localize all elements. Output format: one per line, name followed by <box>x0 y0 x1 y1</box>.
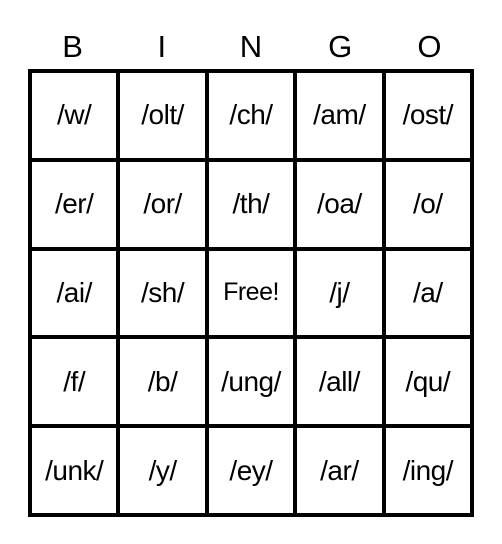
bingo-cell[interactable]: /j/ <box>295 248 384 338</box>
bingo-cell[interactable]: /oa/ <box>295 159 384 249</box>
bingo-cell[interactable]: /w/ <box>30 71 119 160</box>
bingo-cell[interactable]: /ost/ <box>383 71 472 160</box>
free-space-cell[interactable]: Free! <box>206 248 296 338</box>
bingo-cell[interactable]: /sh/ <box>118 248 207 338</box>
bingo-cell[interactable]: /ai/ <box>30 248 119 338</box>
bingo-cell[interactable]: /ar/ <box>295 426 384 515</box>
bingo-cell[interactable]: /olt/ <box>118 71 207 160</box>
bingo-cell[interactable]: /b/ <box>118 337 207 427</box>
bingo-cell[interactable]: /ey/ <box>206 426 296 515</box>
header-letter-i: I <box>157 29 167 64</box>
bingo-cell[interactable]: /f/ <box>30 337 119 427</box>
bingo-cell[interactable]: /o/ <box>383 159 472 249</box>
bingo-cell[interactable]: /ch/ <box>206 71 296 160</box>
header-letter-g: G <box>328 29 353 64</box>
header-letter-n: N <box>239 29 263 64</box>
bingo-cell[interactable]: /qu/ <box>383 337 472 427</box>
bingo-cell[interactable]: /a/ <box>383 248 472 338</box>
bingo-cell[interactable]: /th/ <box>206 159 296 249</box>
bingo-cell[interactable]: /all/ <box>295 337 384 427</box>
bingo-cell[interactable]: /er/ <box>30 159 119 249</box>
bingo-cell[interactable]: /or/ <box>118 159 207 249</box>
bingo-cell[interactable]: /ing/ <box>383 426 472 515</box>
bingo-card-grid: /w/ /olt/ /ch/ /am/ /ost/ /er/ /or/ /th/… <box>28 69 474 517</box>
header-letter-o: O <box>417 29 442 64</box>
header-letter-b: B <box>62 29 83 64</box>
bingo-cell[interactable]: /y/ <box>118 426 207 515</box>
bingo-cell[interactable]: /unk/ <box>30 426 119 515</box>
bingo-header: B I N G O <box>28 27 474 67</box>
bingo-cell[interactable]: /ung/ <box>206 337 296 427</box>
bingo-cell[interactable]: /am/ <box>295 71 384 160</box>
